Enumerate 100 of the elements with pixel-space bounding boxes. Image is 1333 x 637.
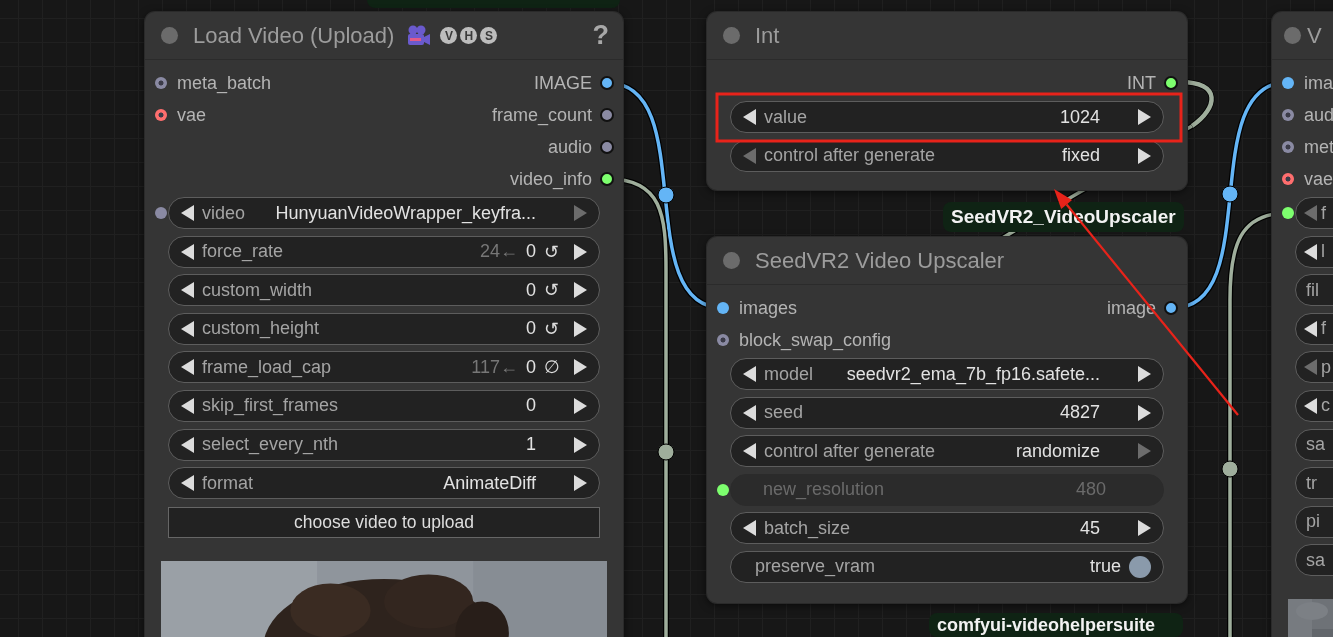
reset-symbol[interactable]: ↺	[544, 279, 559, 302]
left-arrow-icon[interactable]	[743, 520, 756, 537]
number-stepper[interactable]: select_every_nth 1	[168, 428, 600, 461]
widget-field[interactable]: sa	[1295, 544, 1333, 577]
widget-field[interactable]: fil	[1295, 274, 1333, 307]
widget-field[interactable]: sa	[1295, 428, 1333, 461]
right-arrow-icon[interactable]	[1138, 366, 1151, 382]
slot-label: vae	[177, 105, 207, 126]
right-arrow-icon[interactable]	[574, 282, 587, 299]
node-title: V	[1307, 22, 1322, 49]
collapse-dot[interactable]	[723, 252, 740, 269]
output-slot[interactable]	[1164, 301, 1178, 315]
widget-label: custom_width	[202, 279, 313, 301]
widget-label: f	[1321, 202, 1326, 224]
number-stepper[interactable]: custom_height 0 ↺	[168, 312, 600, 345]
input-slot[interactable]	[717, 483, 729, 496]
left-arrow-icon[interactable]	[743, 404, 756, 421]
right-arrow-icon[interactable]	[1138, 520, 1151, 537]
right-arrow-icon[interactable]	[1138, 404, 1151, 421]
input-slot[interactable]	[717, 334, 729, 346]
input-slot[interactable]	[1282, 109, 1294, 121]
input-slot[interactable]	[1282, 207, 1294, 219]
left-arrow-icon[interactable]	[181, 205, 194, 221]
collapse-dot[interactable]	[161, 27, 178, 44]
right-arrow-icon[interactable]	[574, 397, 587, 414]
dropdown-selector[interactable]: format AnimateDiff	[168, 467, 600, 500]
number-stepper[interactable]: value 1024	[730, 101, 1164, 133]
number-stepper[interactable]: force_rate 24← 0 ↺	[168, 235, 600, 268]
number-stepper[interactable]: seed 4827	[730, 396, 1164, 429]
output-slot[interactable]	[600, 140, 614, 154]
output-slot[interactable]	[600, 172, 614, 186]
slot-label: meta_batch	[177, 73, 272, 94]
dropdown-selector[interactable]: l	[1295, 235, 1333, 268]
left-arrow-icon[interactable]	[1304, 397, 1317, 414]
widget-value: 45	[1079, 517, 1100, 539]
dropdown-selector[interactable]: control after generate randomize	[730, 435, 1164, 468]
left-arrow-icon[interactable]	[181, 282, 194, 299]
node-title: Int	[755, 22, 780, 49]
widget-label: seed	[764, 402, 804, 424]
number-stepper[interactable]: frame_load_cap 117← 0 ∅	[168, 351, 600, 384]
widget-label: fil	[1306, 279, 1319, 301]
input-slot[interactable]	[155, 207, 167, 219]
output-slot[interactable]	[1164, 76, 1178, 90]
input-slot[interactable]	[1282, 173, 1294, 185]
dropdown-selector[interactable]: f	[1295, 197, 1333, 229]
input-slot[interactable]	[155, 109, 167, 121]
right-arrow-icon[interactable]	[1138, 147, 1151, 164]
right-arrow-icon[interactable]	[574, 243, 587, 260]
widget-field[interactable]: tr	[1295, 467, 1333, 500]
widget-value: randomize	[1015, 440, 1100, 462]
number-stepper[interactable]: batch_size 45	[730, 512, 1164, 545]
slot-label: ima	[1304, 73, 1333, 94]
left-arrow-icon[interactable]	[181, 397, 194, 414]
input-slot[interactable]	[155, 77, 167, 89]
right-arrow-icon[interactable]	[574, 320, 587, 337]
left-arrow-icon[interactable]	[743, 443, 756, 460]
dropdown-selector[interactable]: f	[1295, 312, 1333, 345]
widget-label: f	[1321, 318, 1326, 340]
widget-field[interactable]: pi	[1295, 505, 1333, 538]
node-title: SeedVR2 Video Upscaler	[755, 247, 1005, 274]
toggle-switch[interactable]: preserve_vram true	[730, 550, 1164, 583]
dropdown-selector[interactable]: c	[1295, 389, 1333, 422]
right-arrow-icon[interactable]	[574, 436, 587, 453]
widget-label: batch_size	[764, 517, 851, 539]
output-slot[interactable]	[600, 76, 614, 90]
left-arrow-icon[interactable]	[1304, 320, 1317, 337]
dropdown-selector[interactable]: model seedvr2_ema_7b_fp16.safete...	[730, 358, 1164, 390]
help-button[interactable]: ?	[592, 20, 613, 51]
input-slot[interactable]	[1282, 141, 1294, 153]
widget-label: l	[1321, 241, 1325, 263]
output-slot[interactable]	[600, 108, 614, 122]
widget-label: custom_height	[202, 318, 320, 340]
dropdown-selector[interactable]: p	[1295, 351, 1333, 384]
left-arrow-icon[interactable]	[181, 243, 194, 260]
toggle-knob[interactable]	[1129, 555, 1151, 578]
input-slot[interactable]	[717, 302, 729, 314]
node-title: Load Video (Upload)	[193, 22, 395, 49]
number-stepper[interactable]: skip_first_frames 0	[168, 389, 600, 422]
left-arrow-icon[interactable]	[743, 109, 756, 125]
left-arrow-icon[interactable]	[181, 475, 194, 492]
number-stepper[interactable]: custom_width 0 ↺	[168, 274, 600, 307]
widget-value: 4827	[1059, 402, 1100, 424]
left-arrow-icon[interactable]	[181, 436, 194, 453]
reset-symbol[interactable]: ↺	[544, 317, 559, 340]
left-arrow-icon[interactable]	[1304, 243, 1317, 260]
right-arrow-icon[interactable]	[1138, 109, 1151, 125]
left-arrow-icon[interactable]	[181, 320, 194, 337]
right-arrow-icon[interactable]	[574, 475, 587, 492]
collapse-dot[interactable]	[1284, 27, 1301, 44]
input-slot[interactable]	[1282, 77, 1294, 89]
left-arrow-icon[interactable]	[743, 366, 756, 382]
slot-label: IMAGE	[534, 73, 592, 94]
reset-symbol[interactable]: ∅	[544, 356, 560, 379]
collapse-dot[interactable]	[723, 27, 740, 44]
upload-button[interactable]: choose video to upload	[168, 507, 600, 539]
widget-value: 0	[526, 279, 536, 301]
reset-symbol[interactable]: ↺	[544, 240, 559, 263]
right-arrow-icon[interactable]	[574, 359, 587, 376]
dropdown-selector[interactable]: video HunyuanVideoWrapper_keyfra...	[168, 197, 600, 229]
left-arrow-icon[interactable]	[181, 359, 194, 376]
